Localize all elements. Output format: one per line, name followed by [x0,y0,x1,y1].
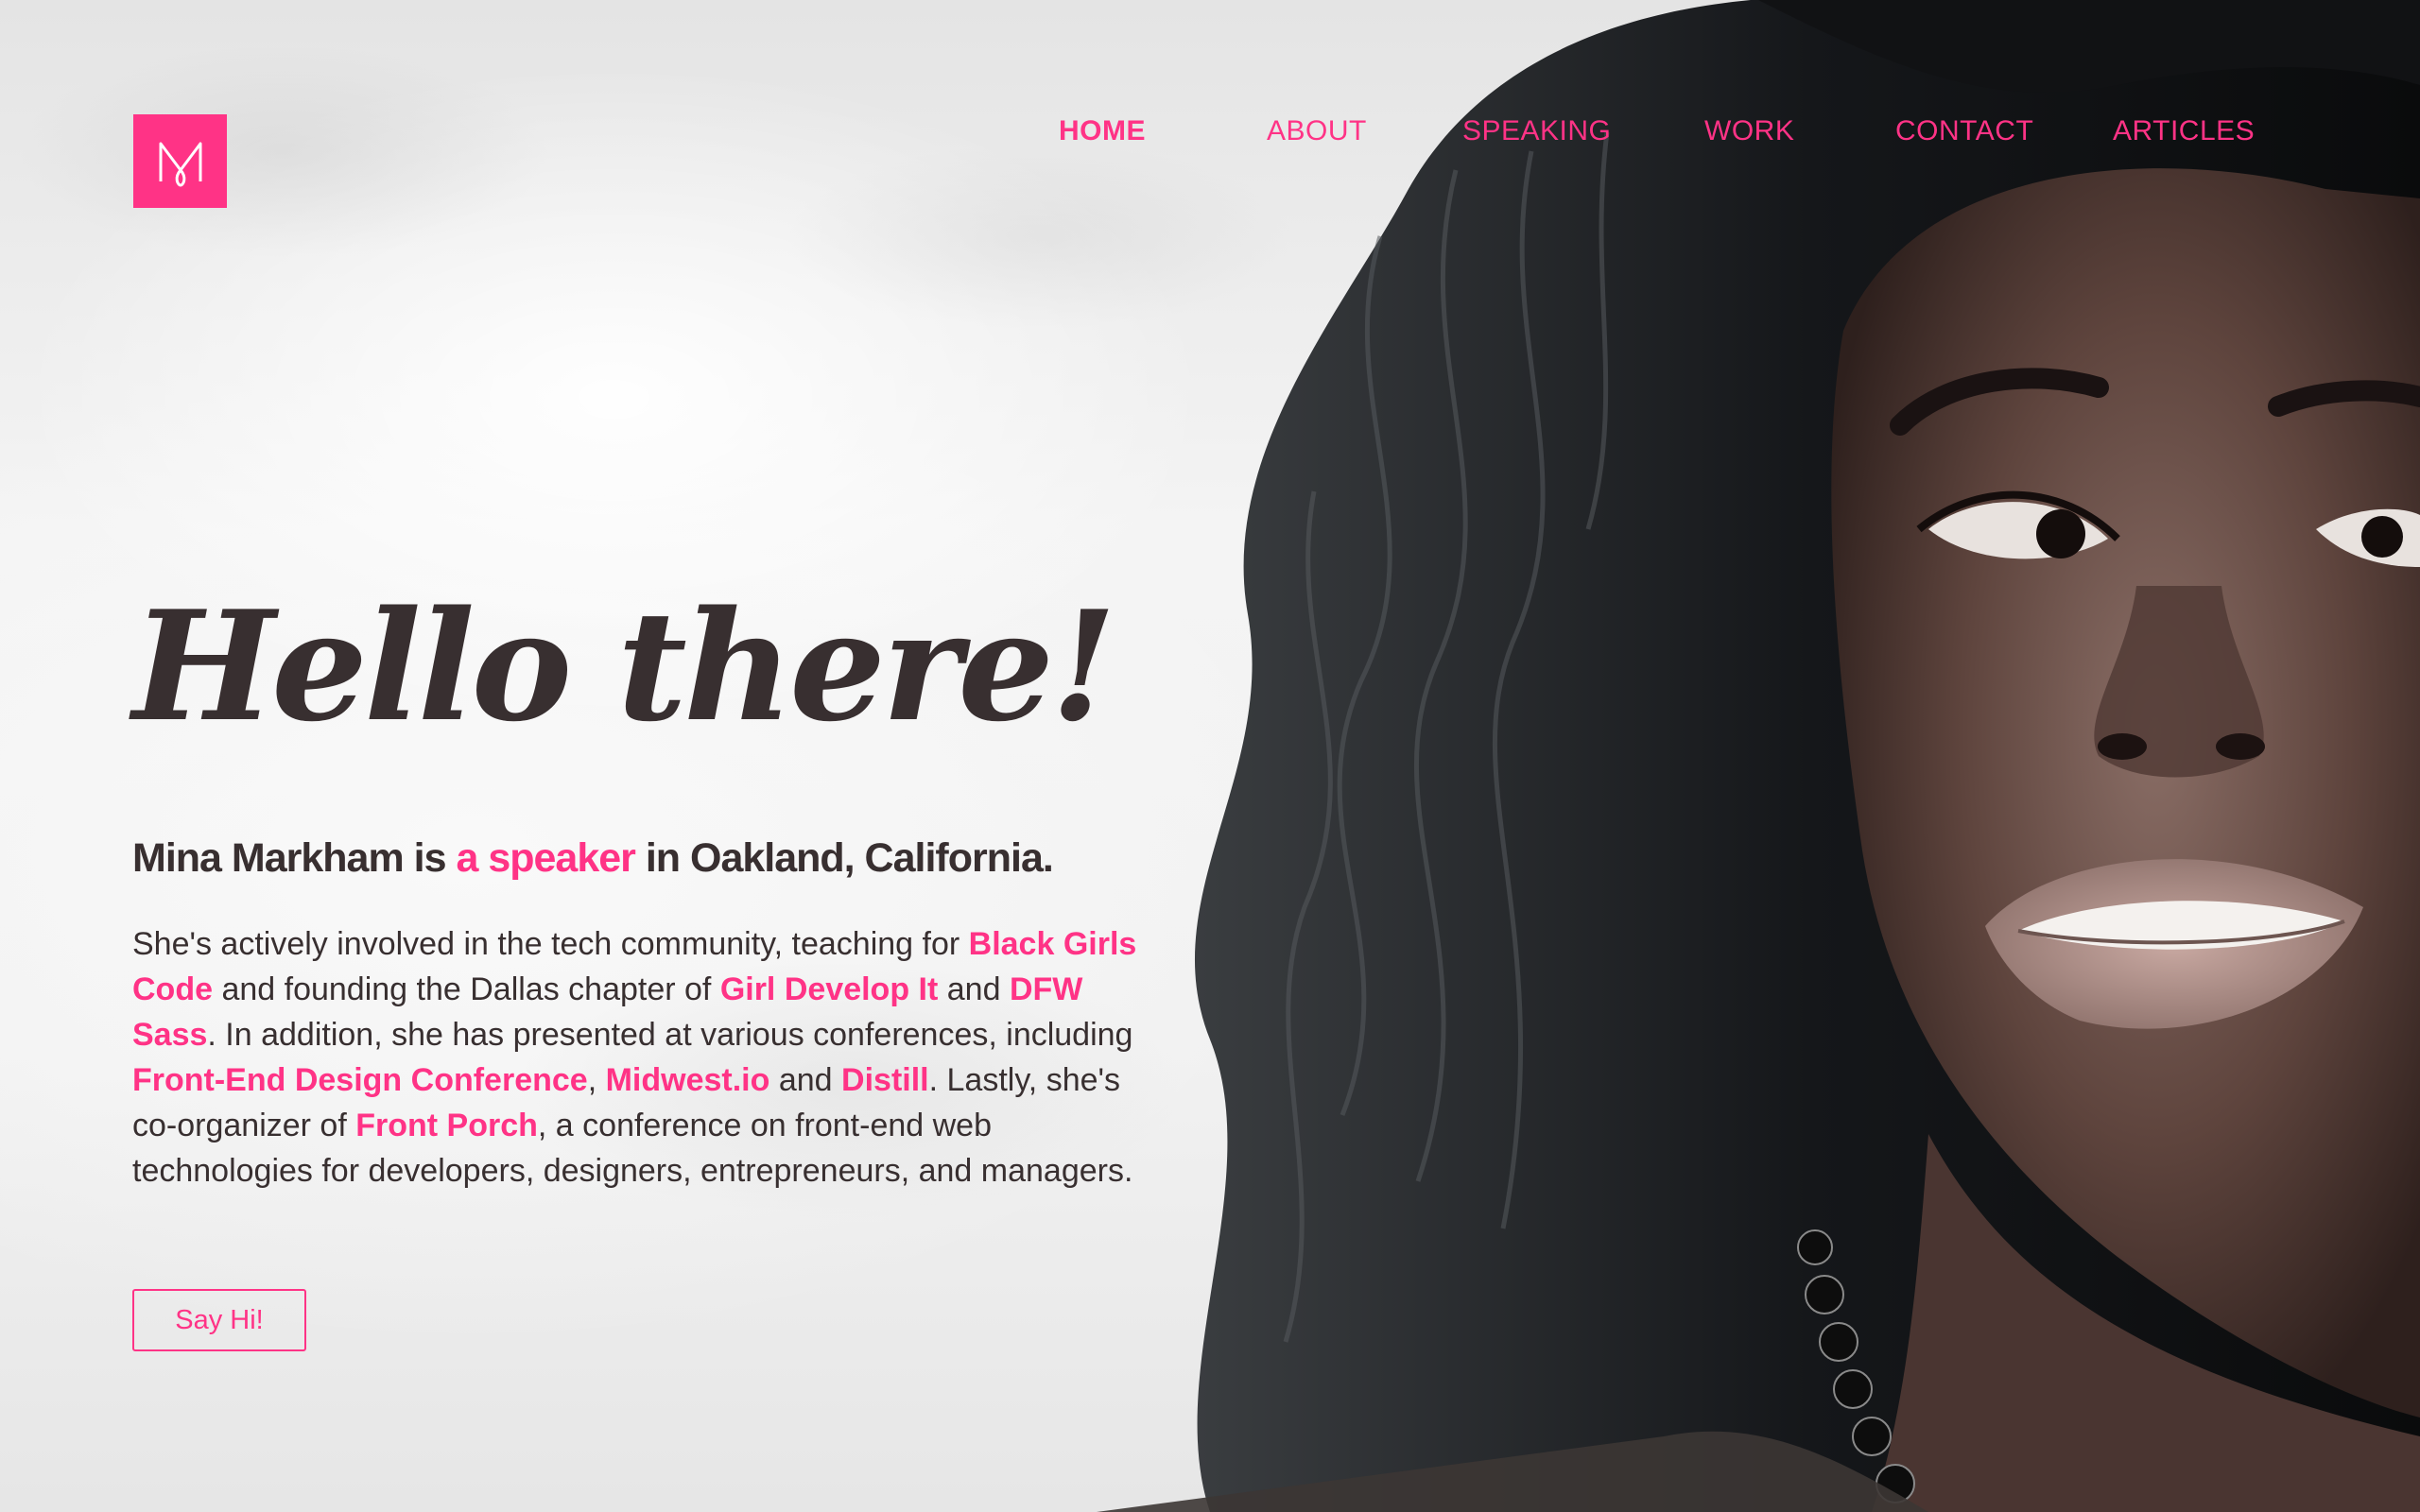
main-nav: HOME ABOUT SPEAKING WORK CONTACT ARTICLE… [1002,115,2325,157]
bio-text: She's actively involved in the tech comm… [132,926,969,962]
link-front-end-design-conference[interactable]: Front-End Design Conference [132,1062,588,1098]
nav-contact[interactable]: CONTACT [1895,115,2033,147]
tagline-suffix: in Oakland, California. [634,835,1054,881]
logo-m-icon [159,142,201,187]
portrait-photo [1097,0,2420,1512]
hero-heading: Hello there! [132,577,1116,755]
nav-articles[interactable]: ARTICLES [2113,115,2255,147]
bio-text: and [769,1062,842,1098]
hero-tagline: Mina Markham is a speaker in Oakland, Ca… [132,835,1054,882]
logo-button[interactable] [133,114,227,208]
page: HOME ABOUT SPEAKING WORK CONTACT ARTICLE… [0,0,2420,1512]
nav-work[interactable]: WORK [1704,115,1794,147]
link-midwest-io[interactable]: Midwest.io [606,1062,770,1098]
say-hi-button[interactable]: Say Hi! [132,1289,306,1351]
link-girl-develop-it[interactable]: Girl Develop It [720,971,939,1007]
bio-text: and [938,971,1010,1007]
nav-about[interactable]: ABOUT [1267,115,1367,147]
bio-text: . In addition, she has presented at vari… [207,1017,1133,1053]
bio-text: , [587,1062,606,1098]
tagline-prefix: Mina Markham is [132,835,457,881]
link-distill[interactable]: Distill [841,1062,929,1098]
tagline-link-speaker[interactable]: a speaker [456,835,635,881]
nav-speaking[interactable]: SPEAKING [1462,115,1611,147]
nav-home[interactable]: HOME [1059,115,1146,147]
link-front-porch[interactable]: Front Porch [355,1108,538,1143]
hero-bio: She's actively involved in the tech comm… [132,921,1163,1194]
bio-text: and founding the Dallas chapter of [213,971,720,1007]
